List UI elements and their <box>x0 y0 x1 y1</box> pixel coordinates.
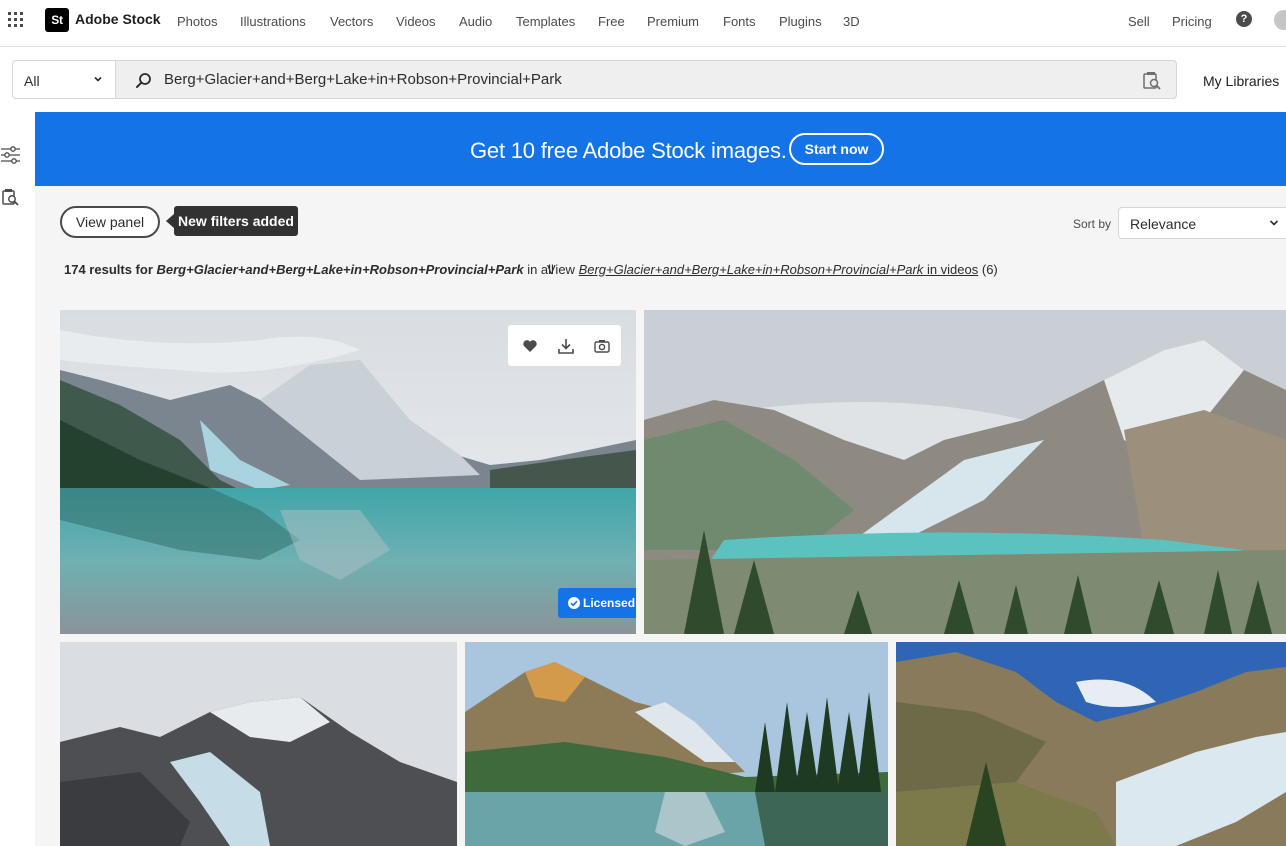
search-box <box>115 60 1177 99</box>
promo-text: Get 10 free Adobe Stock images. <box>470 138 787 163</box>
nav-free[interactable]: Free <box>598 14 625 29</box>
new-filters-tooltip: New filters added <box>174 206 298 236</box>
help-icon[interactable]: ? <box>1236 11 1252 27</box>
licensed-label: Licensed <box>583 596 636 610</box>
filters-icon[interactable] <box>1 145 21 165</box>
brand-logo[interactable]: St <box>45 8 69 32</box>
top-nav: St Adobe Stock Photos Illustrations Vect… <box>0 0 1286 47</box>
search-input[interactable] <box>164 61 1124 98</box>
videos-link-suffix: in videos <box>926 262 979 277</box>
tile-actions <box>508 325 621 366</box>
nav-sell[interactable]: Sell <box>1128 14 1150 29</box>
tile-image-glacier-peak <box>60 642 457 846</box>
download-icon[interactable] <box>558 338 574 354</box>
visual-search-icon[interactable] <box>1142 71 1162 91</box>
nav-3d[interactable]: 3D <box>843 14 860 29</box>
licensed-badge: Licensed <box>558 588 636 618</box>
nav-templates[interactable]: Templates <box>516 14 575 29</box>
image-tile[interactable] <box>465 642 888 846</box>
nav-pricing[interactable]: Pricing <box>1172 14 1212 29</box>
tile-image-turquoise-lake <box>644 310 1286 634</box>
search-icon[interactable] <box>135 72 153 90</box>
view-panel-button[interactable]: View panel <box>60 206 160 238</box>
image-tile[interactable] <box>896 642 1286 846</box>
results-count: 174 results for <box>64 262 153 277</box>
tile-image-glacier-valley <box>896 642 1286 846</box>
nav-vectors[interactable]: Vectors <box>330 14 373 29</box>
image-tile[interactable] <box>60 642 457 846</box>
results-query: Berg+Glacier+and+Berg+Lake+in+Robson+Pro… <box>156 262 524 277</box>
search-scope-value: All <box>24 73 40 89</box>
nav-videos[interactable]: Videos <box>396 14 436 29</box>
nav-fonts[interactable]: Fonts <box>723 14 756 29</box>
videos-count: (6) <box>981 262 998 277</box>
app-switcher-icon[interactable] <box>8 12 24 28</box>
videos-suggestion: View Berg+Glacier+and+Berg+Lake+in+Robso… <box>547 262 998 277</box>
nav-plugins[interactable]: Plugins <box>779 14 822 29</box>
videos-link[interactable]: Berg+Glacier+and+Berg+Lake+in+Robson+Pro… <box>579 262 979 277</box>
camera-icon[interactable] <box>594 338 610 354</box>
sort-value: Relevance <box>1130 216 1197 232</box>
avatar[interactable] <box>1274 10 1286 30</box>
promo-banner: Get 10 free Adobe Stock images. Start no… <box>35 112 1286 186</box>
my-libraries-label: My Libraries <box>1203 73 1280 89</box>
tile-image-mountain-reflection <box>465 642 888 846</box>
sort-label: Sort by <box>1073 217 1112 231</box>
search-scope-select[interactable]: All <box>12 60 115 99</box>
brand-name[interactable]: Adobe Stock <box>75 11 161 27</box>
left-rail <box>0 112 35 846</box>
videos-link-query: Berg+Glacier+and+Berg+Lake+in+Robson+Pro… <box>578 262 924 277</box>
chevron-down-icon <box>94 76 102 82</box>
nav-premium[interactable]: Premium <box>647 14 699 29</box>
search-row: All My Libraries ⌄ <box>0 47 1286 112</box>
tooltip-arrow <box>166 214 174 228</box>
nav-photos[interactable]: Photos <box>177 14 217 29</box>
nav-audio[interactable]: Audio <box>459 14 492 29</box>
check-circle-icon <box>568 597 580 609</box>
start-now-button[interactable]: Start now <box>789 133 884 165</box>
videos-prefix: View <box>547 262 575 277</box>
heart-icon[interactable] <box>522 338 538 354</box>
results-summary: 174 results for Berg+Glacier+and+Berg+La… <box>64 262 554 277</box>
image-tile[interactable] <box>644 310 1286 634</box>
sort-select[interactable]: Relevance <box>1118 207 1286 239</box>
my-libraries-button[interactable]: My Libraries ⌄ <box>1203 73 1286 90</box>
visual-search-icon[interactable] <box>2 188 20 206</box>
nav-illustrations[interactable]: Illustrations <box>240 14 306 29</box>
chevron-down-icon <box>1269 220 1279 226</box>
